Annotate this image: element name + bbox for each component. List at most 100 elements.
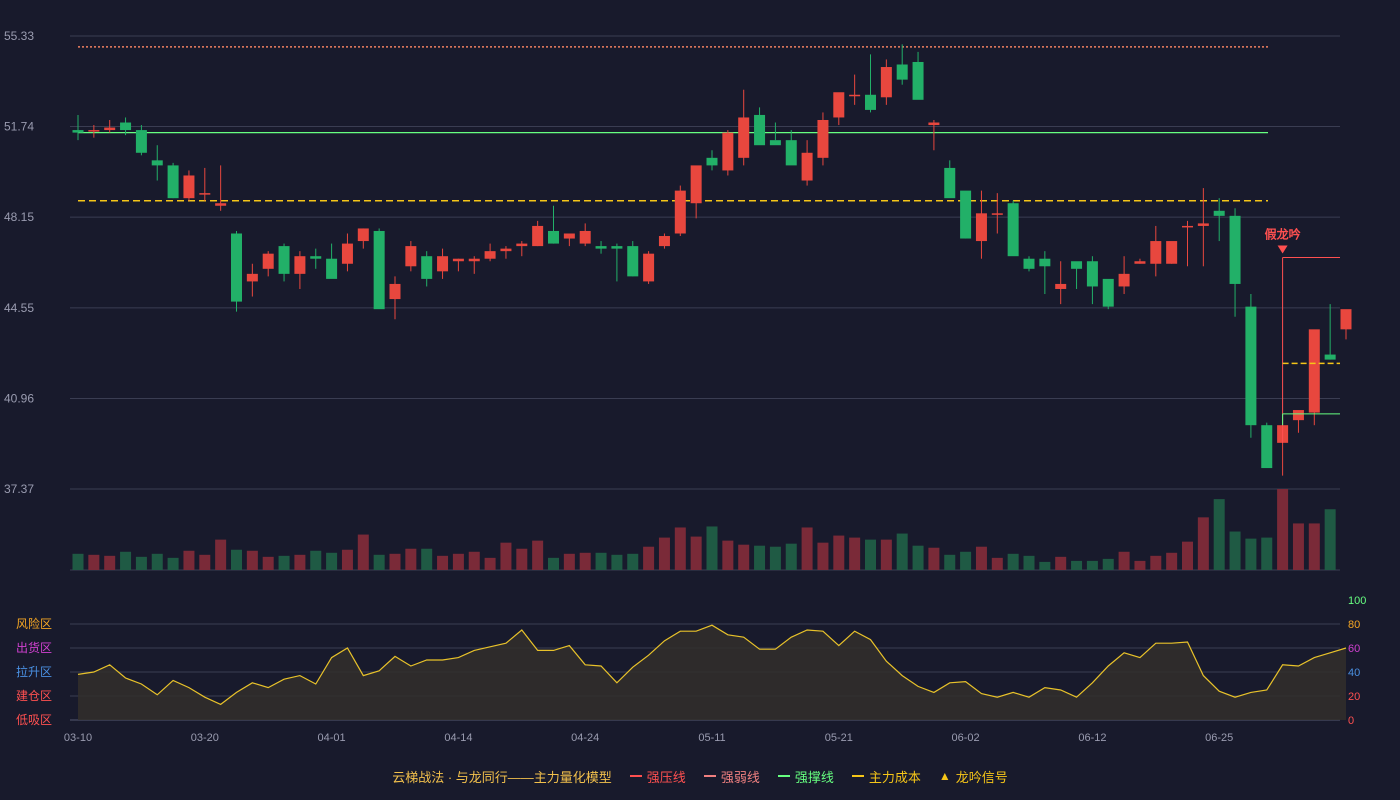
candle-body [452, 258, 464, 262]
date-tick-label: 05-11 [698, 732, 725, 744]
candle-body [611, 246, 623, 249]
volume-bar [1150, 555, 1162, 570]
candlesticks [72, 44, 1352, 476]
legend-title: 云梯战法 · 与龙同行——主力量化模型 [392, 769, 612, 785]
candle-body [278, 246, 290, 274]
candle-body [310, 256, 322, 259]
volume-bar [865, 539, 876, 570]
date-tick-label: 06-25 [1205, 732, 1233, 744]
candle-body [627, 246, 639, 277]
candle-body [1229, 215, 1241, 284]
price-axis-labels: 55.33 51.74 48.15 44.55 40.96 37.37 [4, 29, 34, 496]
candle-body [72, 130, 84, 133]
candle-body [88, 130, 100, 132]
volume-bar [357, 534, 369, 570]
candle-body [1166, 241, 1178, 264]
volume-bar [991, 557, 1003, 570]
candle-body [1292, 410, 1304, 421]
candle-body [849, 94, 861, 97]
volume-bar [1229, 531, 1241, 570]
candle-body [215, 203, 227, 206]
volume-bar [833, 535, 845, 570]
volume-bar [1055, 556, 1067, 570]
volume-bar [405, 548, 417, 570]
candle-body [120, 122, 132, 131]
chart-canvas: 55.33 51.74 48.15 44.55 40.96 37.37 假龙吟 100 80… [4, 29, 1366, 744]
volume-bar [1166, 552, 1178, 570]
volume-bar [215, 539, 227, 570]
signal-triangle-icon: ▲ [938, 769, 951, 783]
candle-body [104, 127, 116, 131]
volume-bar [912, 545, 924, 570]
date-tick-label: 04-01 [318, 732, 346, 744]
candle-body [437, 256, 449, 272]
indicator-tick-label: 0 [1348, 715, 1354, 727]
volume-bar [500, 542, 512, 570]
indicator-zone-label: 建仓区 [16, 689, 52, 703]
volume-bar [960, 551, 972, 570]
candle-body [1150, 241, 1162, 264]
candle-body [1197, 223, 1209, 226]
candle-body [357, 228, 369, 242]
volume-bar [1102, 558, 1114, 570]
legend-item-strength: 强弱线 [703, 767, 760, 786]
legend-item-support: 强撑线 [777, 767, 834, 786]
candle-body [1039, 258, 1051, 267]
candle-body [532, 225, 544, 247]
date-tick-label: 05-21 [825, 732, 853, 744]
volume-bar [151, 553, 163, 570]
date-tick-label: 06-12 [1078, 732, 1106, 744]
candle-body [722, 132, 734, 171]
legend-swatch-support [777, 775, 790, 777]
legend-swatch-strength [703, 775, 716, 777]
candle-body [405, 246, 417, 267]
volume-bar [754, 545, 766, 570]
volume-bar [1118, 551, 1130, 570]
candle-body [421, 256, 433, 279]
candle-body [135, 130, 147, 153]
indicator-tick-label: 100 [1348, 595, 1366, 607]
volume-bar [104, 555, 116, 570]
price-tick-label: 40.96 [4, 391, 34, 405]
volume-bar [548, 557, 559, 570]
candle-body [500, 248, 512, 252]
volume-bar [706, 526, 718, 570]
candle-body [484, 251, 496, 259]
volume-bar [611, 554, 623, 570]
volume-bar [722, 540, 734, 570]
candle-body [373, 230, 385, 310]
volume-bar [1261, 537, 1273, 570]
volume-bar [389, 553, 401, 570]
volume-bar [310, 550, 322, 570]
volume-bar [769, 546, 781, 570]
legend: 云梯战法 · 与龙同行——主力量化模型 强压线 强弱线 强撑线 主力成本 ▲ 龙… [0, 765, 1400, 787]
candle-body [880, 67, 892, 98]
legend-item-cost: 主力成本 [851, 767, 921, 786]
volume-bar [246, 550, 258, 570]
indicator-tick-label: 40 [1348, 667, 1360, 679]
volume-bar [72, 553, 84, 570]
candle-body [833, 92, 845, 118]
indicator-zone-label: 低吸区 [16, 713, 52, 727]
candle-body [1324, 354, 1336, 360]
volume-bar [880, 539, 892, 570]
volume-bar [532, 540, 544, 570]
date-tick-label: 04-14 [444, 732, 472, 744]
price-tick-label: 51.74 [4, 120, 34, 134]
volume-bar [738, 544, 750, 570]
date-axis-labels: 03-10 03-20 04-01 04-14 04-24 05-11 05-21 06-02… [64, 732, 1233, 744]
candle-body [1007, 203, 1019, 257]
volume-bar [674, 527, 686, 570]
candle-body [944, 167, 956, 199]
volume-bar [294, 554, 306, 570]
grid-lines [70, 35, 1340, 571]
price-tick-label: 55.33 [4, 29, 34, 43]
volume-bar [452, 553, 464, 570]
legend-item-signal: ▲ 龙吟信号 [939, 767, 1008, 786]
volume-bar [801, 527, 813, 570]
price-tick-label: 44.55 [4, 301, 34, 315]
volume-bar [1007, 553, 1019, 570]
candle-body [865, 94, 876, 110]
volume-bar [690, 536, 702, 570]
candle-body [1118, 273, 1130, 287]
